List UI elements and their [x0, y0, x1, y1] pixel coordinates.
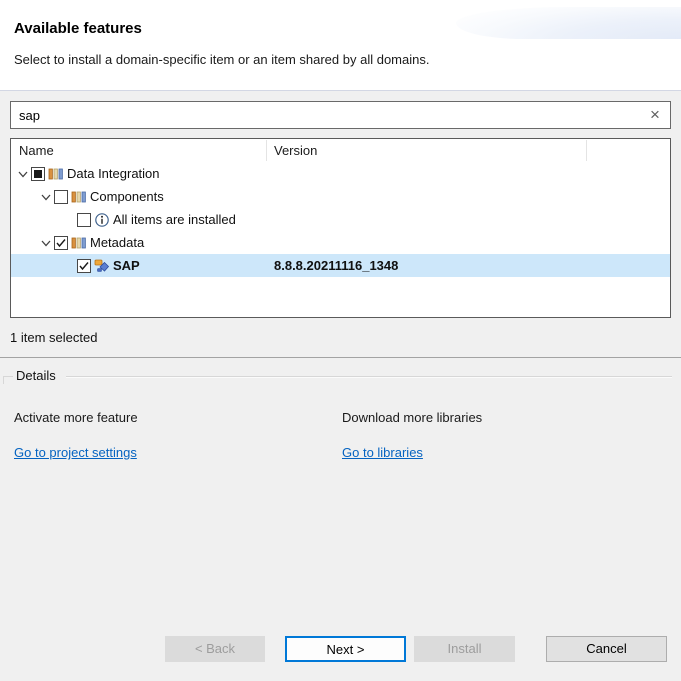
install-button[interactable]: Install [414, 636, 515, 662]
tree-row-data-integration[interactable]: Data Integration [11, 162, 670, 185]
activate-feature-heading: Activate more feature [14, 410, 138, 425]
go-to-project-settings-link[interactable]: Go to project settings [14, 445, 137, 460]
chevron-down-icon[interactable] [14, 162, 31, 185]
back-button[interactable]: < Back [165, 636, 265, 662]
page-title: Available features [14, 20, 142, 37]
checkbox-checked[interactable] [54, 236, 68, 250]
column-divider [586, 140, 587, 161]
info-icon [94, 212, 110, 228]
details-group-border [3, 376, 4, 384]
column-divider [266, 140, 267, 161]
chevron-slot-empty [60, 208, 77, 231]
checkbox-unchecked[interactable] [77, 213, 91, 227]
available-features-dialog: Available features Select to install a d… [0, 0, 681, 681]
chevron-down-icon[interactable] [37, 185, 54, 208]
checkbox-unchecked[interactable] [54, 190, 68, 204]
go-to-libraries-link[interactable]: Go to libraries [342, 445, 423, 460]
checkbox-mixed[interactable] [31, 167, 45, 181]
checkbox-checked[interactable] [77, 259, 91, 273]
clear-search-icon[interactable]: × [640, 102, 670, 128]
tree-item-label: Components [90, 189, 164, 204]
features-tree-table: Name Version Data Integration [10, 138, 671, 318]
horizontal-separator [0, 357, 681, 358]
table-header: Name Version [11, 139, 670, 162]
tree-item-version: 8.8.8.20211116_1348 [274, 254, 398, 277]
tree-row-sap[interactable]: SAP 8.8.8.20211116_1348 [11, 254, 670, 277]
selection-status-text: 1 item selected [10, 330, 97, 345]
wizard-header: Available features Select to install a d… [0, 0, 681, 91]
tree-item-label: Metadata [90, 235, 144, 250]
chevron-slot-empty [60, 254, 77, 277]
column-header-version[interactable]: Version [274, 139, 317, 162]
tree-item-label: SAP [113, 258, 140, 273]
category-bars-icon [71, 189, 87, 205]
details-group-label: Details [14, 368, 58, 383]
category-bars-icon [48, 166, 64, 182]
search-input[interactable] [11, 102, 640, 128]
download-libraries-heading: Download more libraries [342, 410, 482, 425]
cancel-button[interactable]: Cancel [546, 636, 667, 662]
tree-item-label: All items are installed [113, 212, 236, 227]
tree-row-components[interactable]: Components [11, 185, 670, 208]
tree-item-label: Data Integration [67, 166, 160, 181]
chevron-down-icon[interactable] [37, 231, 54, 254]
tree-row-metadata[interactable]: Metadata [11, 231, 670, 254]
details-group-border [3, 376, 13, 377]
tree-row-all-items-installed[interactable]: All items are installed [11, 208, 670, 231]
banner-swoosh-decoration [456, 7, 681, 39]
category-bars-icon [71, 235, 87, 251]
page-subtitle: Select to install a domain-specific item… [14, 52, 429, 67]
next-button[interactable]: Next > [285, 636, 406, 662]
column-header-name[interactable]: Name [19, 139, 54, 162]
sap-icon [94, 258, 110, 274]
search-box: × [10, 101, 671, 129]
details-group-border [66, 376, 672, 378]
